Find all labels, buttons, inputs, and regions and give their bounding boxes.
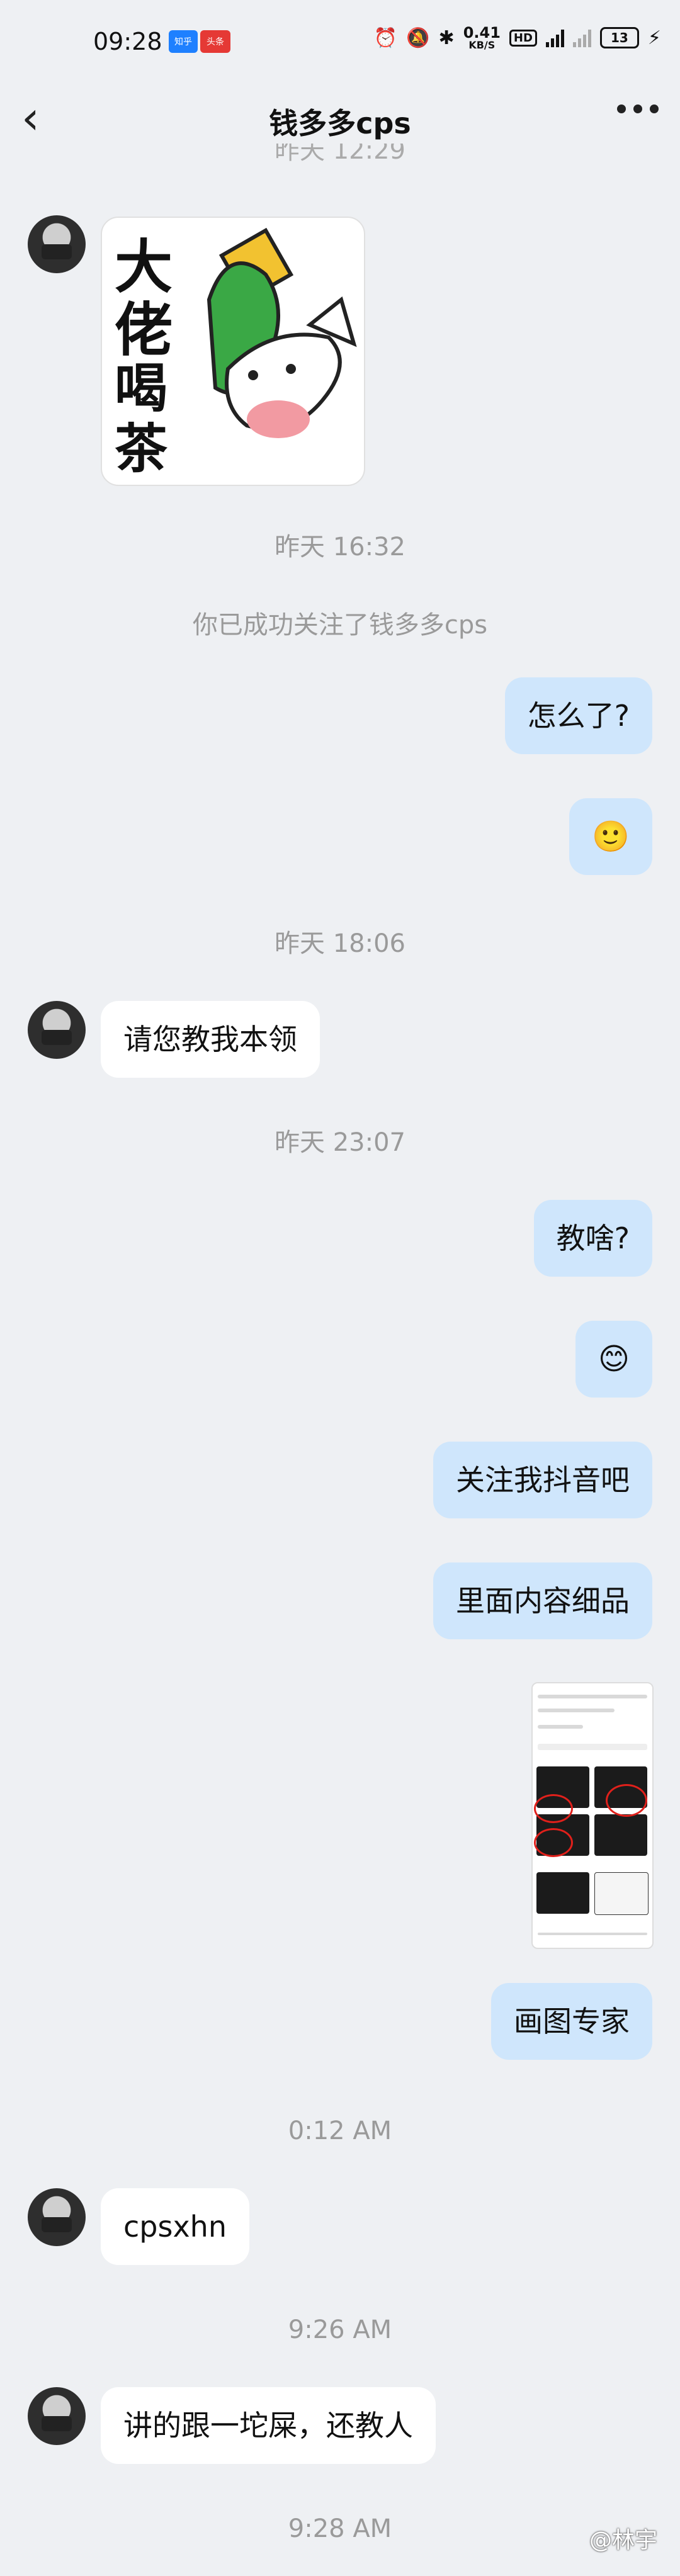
contact-avatar[interactable] [28,215,86,273]
tea-sticker-image: 大 佬 喝 茶 [115,227,357,480]
outgoing-message[interactable]: 怎么了? [504,677,652,754]
dot-icon [650,105,659,113]
timestamp: 9:26 AM [288,2315,392,2344]
status-icons: ⏰ 🔕 ✱ 0.41 KB/S HD 13 ⚡ [374,25,661,50]
outgoing-emoji-message[interactable]: 😊 [575,1321,652,1398]
outgoing-message[interactable]: 教啥? [533,1200,652,1277]
hd-call-icon: HD [509,29,537,47]
sticker-message[interactable]: 大 佬 喝 茶 [101,217,365,486]
status-time: 09:28 [93,28,162,55]
outgoing-message[interactable]: 画图专家 [491,1983,652,2060]
zhihu-badge-icon: 知乎 [169,30,198,53]
battery-icon: 13 [599,27,639,48]
alarm-icon: ⏰ [373,26,398,49]
dot-icon [633,105,642,113]
outgoing-message[interactable]: 关注我抖音吧 [433,1442,652,1518]
incoming-message[interactable]: 讲的跟一坨屎，还教人 [101,2387,436,2464]
chat-header: ‹ 钱多多cps [0,88,680,151]
more-options-button[interactable] [617,105,659,113]
image-message[interactable] [531,1682,654,1949]
network-speed-value: 0.41 [463,24,501,42]
timestamp: 昨天 18:06 [275,929,405,958]
watermark: @林宇 [589,2528,657,2553]
signal-secondary-icon [572,28,591,47]
sticker-text-4: 茶 [115,418,168,480]
bluetooth-icon: ✱ [438,26,455,49]
contact-avatar[interactable] [28,2188,86,2246]
dot-icon [617,105,626,113]
chat-title: 钱多多cps [269,106,411,140]
outgoing-emoji-message[interactable]: 🙂 [569,798,652,875]
sticker-text-2: 佬 [115,297,173,364]
incoming-message[interactable]: 请您教我本领 [101,1001,320,1078]
clipped-timestamp: 昨天 12:29 [275,144,405,165]
system-notice: 你已成功关注了钱多多cps [192,611,488,640]
toutiao-badge-icon: 头条 [200,30,230,53]
timestamp: 昨天 16:32 [275,533,405,562]
network-speed: 0.41 KB/S [463,25,501,50]
outgoing-message[interactable]: 里面内容细品 [433,1562,652,1639]
status-bar: 09:28 知乎 头条 ⏰ 🔕 ✱ 0.41 KB/S HD 13 ⚡ [0,0,680,88]
mute-bell-icon: 🔕 [406,26,430,49]
timestamp: 0:12 AM [288,2116,392,2145]
network-speed-unit: KB/S [468,39,496,51]
incoming-message[interactable]: cpsxhn [101,2188,249,2265]
contact-avatar[interactable] [28,2387,86,2445]
timestamp: 昨天 23:07 [275,1128,405,1157]
timestamp: 9:28 AM [288,2514,392,2543]
sticker-text-1: 大 [115,234,173,301]
contact-avatar[interactable] [28,1001,86,1059]
signal-5g-icon [545,28,564,47]
sticker-text-3: 喝 [115,358,167,419]
charging-icon: ⚡ [647,26,661,49]
